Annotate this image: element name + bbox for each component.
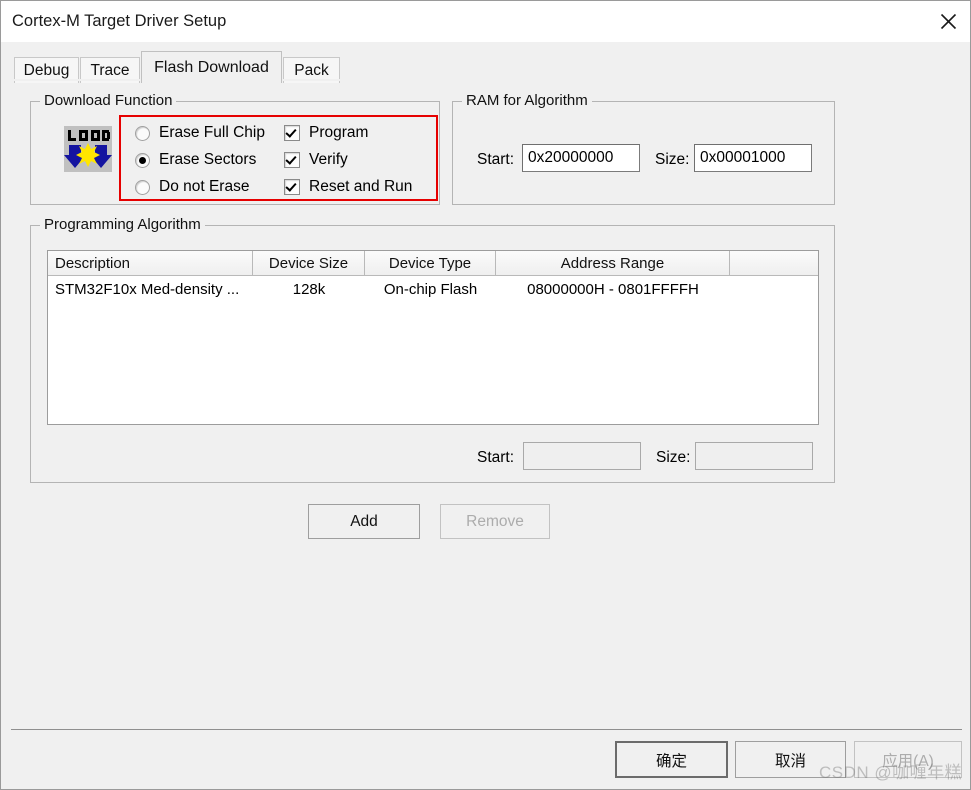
radio-indicator bbox=[135, 152, 150, 168]
algorithm-start-input[interactable] bbox=[523, 442, 641, 470]
tab-label: Flash Download bbox=[154, 58, 269, 76]
algorithm-size-label: Size: bbox=[656, 449, 691, 466]
radio-do-not-erase[interactable]: Do not Erase bbox=[135, 178, 249, 196]
table-row[interactable]: STM32F10x Med-density ... 128k On-chip F… bbox=[48, 276, 818, 303]
radio-erase-sectors[interactable]: Erase Sectors bbox=[135, 151, 256, 169]
radio-label: Erase Full Chip bbox=[159, 124, 265, 141]
radio-indicator bbox=[135, 125, 150, 141]
window-title: Cortex-M Target Driver Setup bbox=[12, 12, 227, 30]
apply-button: 应用(A) bbox=[854, 741, 962, 778]
checkbox-reset-and-run[interactable]: Reset and Run bbox=[284, 178, 412, 196]
column-header-address-range[interactable]: Address Range bbox=[496, 251, 730, 275]
add-button[interactable]: Add bbox=[308, 504, 420, 539]
checkbox-label: Verify bbox=[309, 151, 348, 168]
cell-address-range: 08000000H - 0801FFFFH bbox=[527, 281, 699, 298]
checkbox-indicator bbox=[284, 179, 300, 195]
tab-strip: Debug Trace Flash Download Pack bbox=[14, 48, 959, 83]
checkbox-indicator bbox=[284, 125, 300, 141]
algorithm-start-label: Start: bbox=[477, 449, 515, 466]
cortex-m-target-driver-setup-dialog: Cortex-M Target Driver Setup Debug Trace… bbox=[0, 0, 971, 790]
download-function-group: Download Function Erase Full Chip Erase … bbox=[30, 92, 440, 205]
checkbox-verify[interactable]: Verify bbox=[284, 151, 348, 169]
tab-label: Trace bbox=[90, 61, 130, 79]
ram-start-input[interactable]: 0x20000000 bbox=[522, 144, 640, 172]
column-header-spacer[interactable] bbox=[730, 251, 818, 275]
load-icon bbox=[61, 124, 115, 174]
title-bar: Cortex-M Target Driver Setup bbox=[1, 1, 970, 42]
checkbox-label: Reset and Run bbox=[309, 178, 413, 195]
cancel-button[interactable]: 取消 bbox=[735, 741, 846, 778]
checkbox-program[interactable]: Program bbox=[284, 124, 368, 142]
ram-size-label: Size: bbox=[655, 151, 690, 168]
cell-device-size: 128k bbox=[292, 281, 326, 298]
tab-label: Debug bbox=[23, 61, 70, 79]
tab-flash-download[interactable]: Flash Download bbox=[141, 51, 282, 83]
checkbox-label: Program bbox=[309, 124, 369, 141]
ok-button[interactable]: 确定 bbox=[615, 741, 728, 778]
ram-for-algorithm-group: RAM for Algorithm Start: 0x20000000 Size… bbox=[452, 92, 835, 205]
column-header-device-type[interactable]: Device Type bbox=[365, 251, 496, 275]
radio-indicator bbox=[135, 179, 150, 195]
ram-size-input[interactable]: 0x00001000 bbox=[694, 144, 812, 172]
programming-algorithm-table[interactable]: Description Device Size Device Type Addr… bbox=[47, 250, 819, 425]
column-header-device-size[interactable]: Device Size bbox=[253, 251, 365, 275]
cell-description: STM32F10x Med-density ... bbox=[55, 281, 240, 298]
cell-device-type: On-chip Flash bbox=[383, 281, 478, 298]
group-title: Download Function bbox=[40, 92, 177, 109]
radio-label: Erase Sectors bbox=[159, 151, 257, 168]
footer-separator bbox=[11, 729, 962, 730]
tab-label: Pack bbox=[294, 61, 329, 79]
group-title: Programming Algorithm bbox=[40, 216, 205, 233]
programming-algorithm-group: Programming Algorithm Description Device… bbox=[30, 216, 835, 483]
ram-start-label: Start: bbox=[477, 151, 515, 168]
table-header-row: Description Device Size Device Type Addr… bbox=[48, 251, 818, 276]
radio-erase-full-chip[interactable]: Erase Full Chip bbox=[135, 124, 265, 142]
algorithm-size-input[interactable] bbox=[695, 442, 813, 470]
close-icon[interactable] bbox=[924, 1, 970, 42]
radio-label: Do not Erase bbox=[159, 178, 250, 195]
remove-button: Remove bbox=[440, 504, 550, 539]
group-title: RAM for Algorithm bbox=[462, 92, 592, 109]
checkbox-indicator bbox=[284, 152, 300, 168]
column-header-description[interactable]: Description bbox=[48, 251, 253, 275]
